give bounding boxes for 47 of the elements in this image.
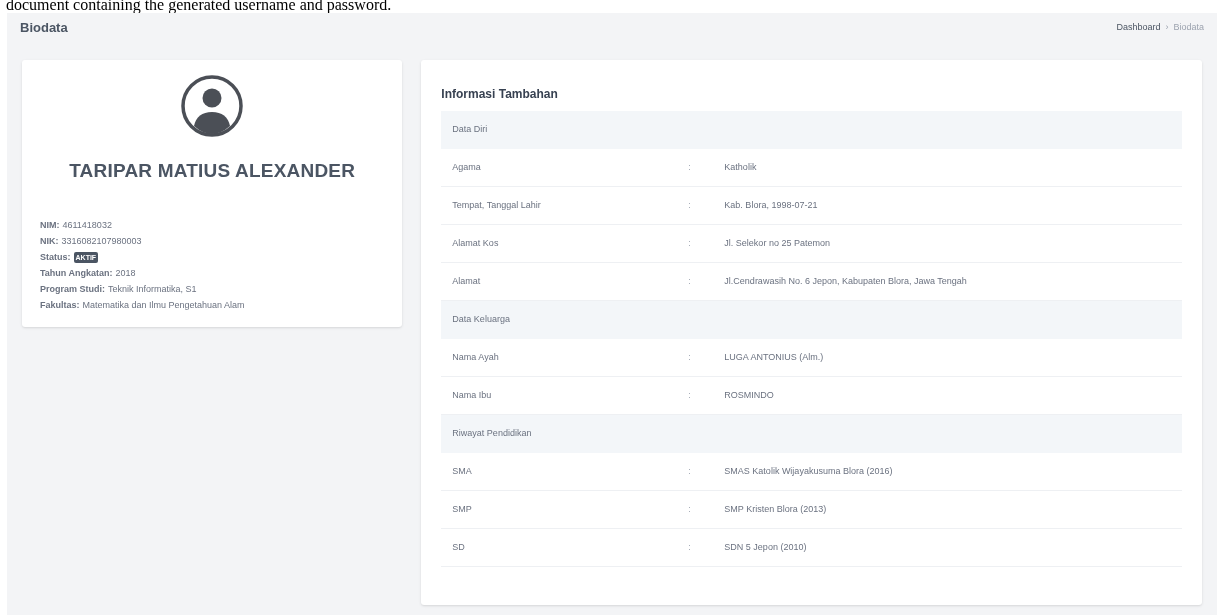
- field-value: Matematika dan Ilmu Pengetahuan Alam: [82, 298, 245, 312]
- field-separator: :: [688, 540, 692, 554]
- field-value: Jl. Selekor no 25 Patemon: [724, 236, 830, 250]
- field-value: SMP Kristen Blora (2013): [724, 502, 827, 516]
- field-label: Status:: [40, 250, 71, 264]
- field-separator: :: [688, 160, 692, 174]
- field-value: ROSMINDO: [724, 388, 774, 402]
- user-avatar-icon: [181, 75, 244, 137]
- field-value: SMAS Katolik Wijayakusuma Blora (2016): [724, 464, 893, 478]
- field-value: Teknik Informatika, S1: [108, 282, 197, 296]
- field-separator: :: [688, 388, 692, 402]
- field-label: NIK:: [40, 234, 59, 248]
- breadcrumb-separator: ›: [1165, 21, 1169, 35]
- field-label: Alamat: [452, 274, 482, 288]
- group-header: Data Keluarga: [452, 313, 510, 327]
- field-value: Katholik: [724, 160, 757, 174]
- field-value: Jl.Cendrawasih No. 6 Jepon, Kabupaten Blora, Jawa Tengah: [724, 274, 967, 288]
- field-separator: :: [688, 464, 692, 478]
- field-value: SDN 5 Jepon (2010): [724, 540, 807, 554]
- field-value: 2018: [115, 266, 136, 280]
- field-label: Nama Ibu: [452, 388, 493, 402]
- group-header: Data Diri: [452, 123, 488, 137]
- section-title: Informasi Tambahan: [441, 86, 559, 103]
- field-label: Tahun Angkatan:: [40, 266, 113, 280]
- field-separator: :: [688, 502, 692, 516]
- field-label: Fakultas:: [40, 298, 80, 312]
- page-title: Biodata: [20, 19, 68, 38]
- field-label: Nama Ayah: [452, 350, 500, 364]
- field-label: Alamat Kos: [452, 236, 500, 250]
- student-name: TARIPAR MATIUS ALEXANDER: [69, 159, 356, 183]
- breadcrumb-link[interactable]: Dashboard: [1116, 21, 1161, 35]
- field-label: SD: [452, 540, 466, 554]
- field-separator: :: [688, 350, 692, 364]
- field-label: Tempat, Tanggal Lahir: [452, 198, 542, 212]
- field-separator: :: [688, 236, 692, 250]
- field-label: SMP: [452, 502, 473, 516]
- field-separator: :: [688, 198, 692, 212]
- field-label: SMA: [452, 464, 473, 478]
- field-label: NIM:: [40, 218, 60, 232]
- group-header: Riwayat Pendidikan: [452, 427, 532, 441]
- field-label: Agama: [452, 160, 482, 174]
- field-value: 3316082107980003: [61, 234, 142, 248]
- field-value: 4611418032: [62, 218, 112, 232]
- field-label: Program Studi:: [40, 282, 105, 296]
- field-value: LUGA ANTONIUS (Alm.): [724, 350, 824, 364]
- field-separator: :: [688, 274, 692, 288]
- field-value: Kab. Blora, 1998-07-21: [724, 198, 818, 212]
